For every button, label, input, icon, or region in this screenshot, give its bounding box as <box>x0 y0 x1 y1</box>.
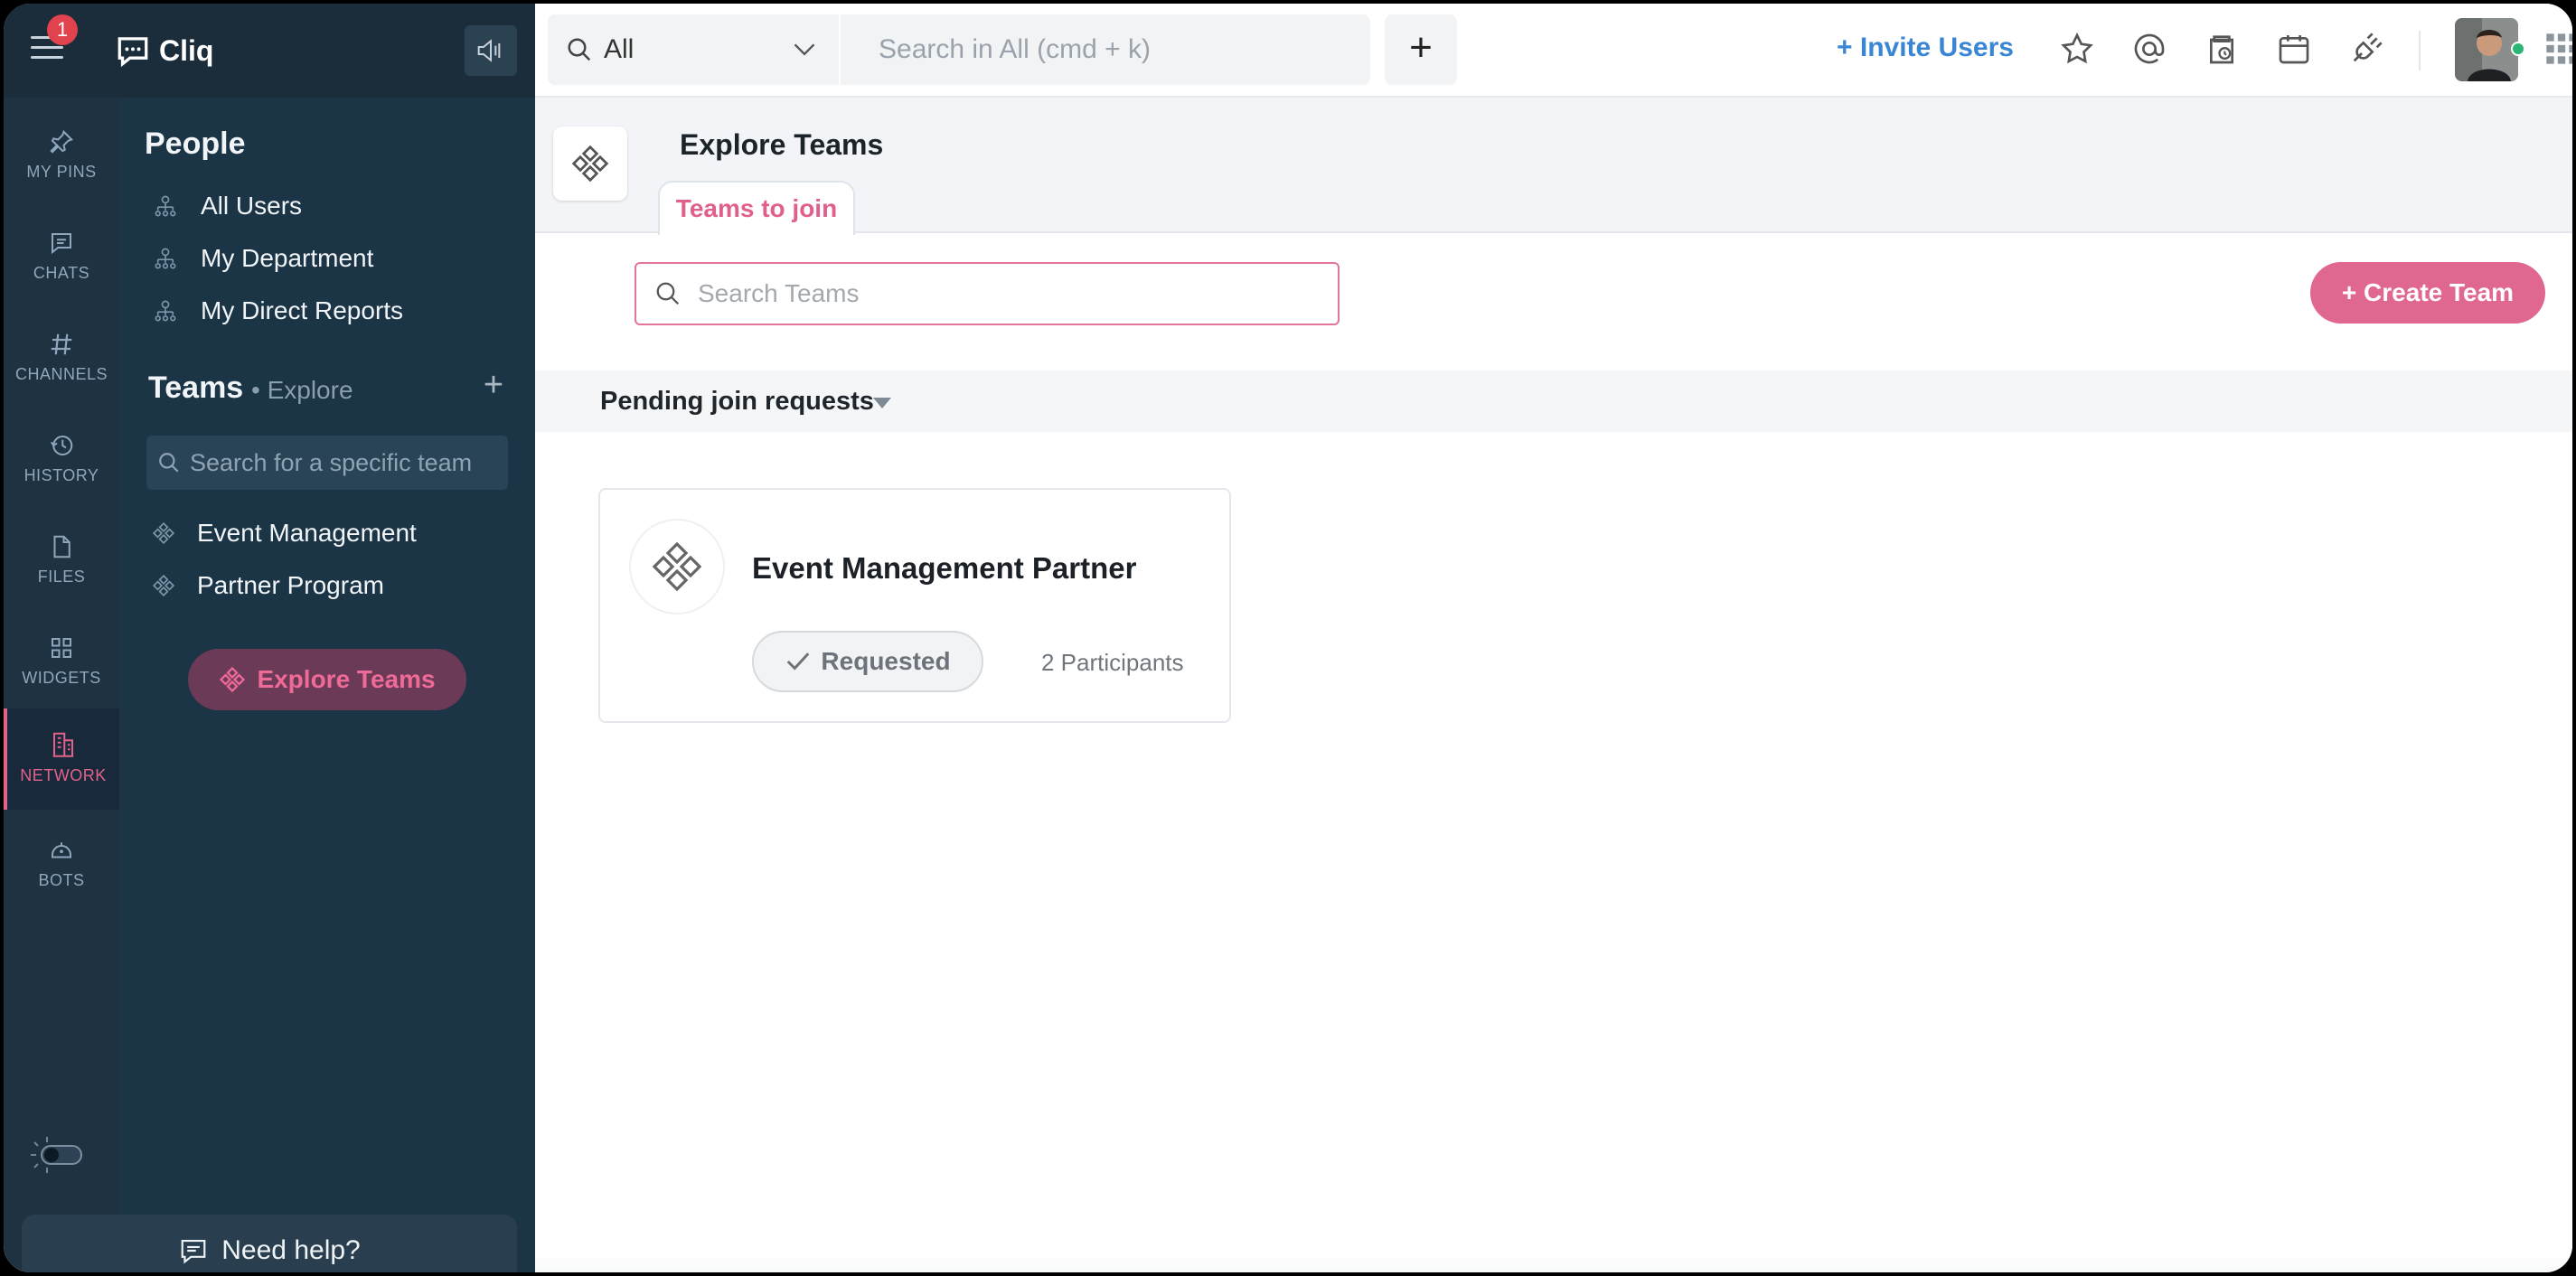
avatar[interactable] <box>2455 18 2518 81</box>
people-heading: People <box>145 127 246 161</box>
page-title: Explore Teams <box>680 128 884 161</box>
requested-label: Requested <box>821 647 951 675</box>
bot-icon <box>52 842 71 858</box>
sidebar-item-my-department[interactable]: My Department <box>152 240 373 277</box>
notification-badge: 1 <box>47 14 78 45</box>
search-scope-select[interactable]: All <box>548 14 839 85</box>
team-icon <box>220 666 246 693</box>
rail-item-widgets[interactable]: WIDGETS <box>4 615 119 716</box>
org-icon <box>155 248 176 269</box>
sidebar-item-team-event-management[interactable]: Event Management <box>152 515 417 551</box>
calendar-icon[interactable] <box>2276 31 2312 67</box>
sidebar: Cliq People All Users My Department My D… <box>22 4 535 1272</box>
help-chat-icon <box>181 1240 206 1264</box>
app-window: 1 MY PINS CHATS CHANNELS HISTORY FILES W… <box>0 0 2576 1276</box>
rail-label: WIDGETS <box>22 669 101 687</box>
team-icon <box>152 521 175 545</box>
tab-teams-to-join[interactable]: Teams to join <box>658 181 855 235</box>
pending-requests-label: Pending join requests <box>600 387 874 416</box>
check-icon <box>787 652 810 671</box>
search-icon <box>568 38 591 61</box>
presence-status-dot <box>2511 42 2525 56</box>
team-search-input[interactable]: Search for a specific team <box>146 436 508 490</box>
teams-heading: Teams <box>148 371 244 405</box>
requested-button[interactable]: Requested <box>752 631 983 692</box>
team-card-title: Event Management Partner <box>752 551 1137 585</box>
file-icon <box>53 535 71 558</box>
widgets-icon <box>52 638 71 658</box>
org-icon <box>155 195 176 217</box>
rail-item-channels[interactable]: CHANNELS <box>4 311 119 412</box>
need-help-label: Need help? <box>221 1235 361 1265</box>
rail-label: HISTORY <box>24 466 99 484</box>
add-team-button[interactable]: + <box>477 368 510 402</box>
explore-teams-button[interactable]: Explore Teams <box>188 649 466 710</box>
pending-requests-section-header[interactable]: Pending join requests <box>535 371 2572 432</box>
sidebar-item-all-users[interactable]: All Users <box>152 188 302 224</box>
star-icon[interactable] <box>2059 31 2095 67</box>
search-icon <box>656 282 680 305</box>
rail-item-network[interactable]: NETWORK <box>4 708 119 810</box>
search-teams-input[interactable]: Search Teams <box>635 262 1340 325</box>
search-scope-value: All <box>604 34 635 64</box>
apps-grid-icon[interactable] <box>2543 31 2576 67</box>
theme-toggle[interactable] <box>29 1135 85 1175</box>
team-card-logo <box>629 519 725 615</box>
rail-item-files[interactable]: FILES <box>4 513 119 615</box>
reminder-icon[interactable] <box>2204 31 2240 67</box>
rail-item-bots[interactable]: BOTS <box>4 817 119 918</box>
invite-users-link[interactable]: + Invite Users <box>1837 33 2014 63</box>
rail-label: BOTS <box>38 871 85 889</box>
rail-item-history[interactable]: HISTORY <box>4 412 119 513</box>
create-team-button[interactable]: + Create Team <box>2310 262 2545 324</box>
speaker-mute-icon <box>477 39 501 62</box>
team-icon <box>652 541 702 592</box>
sidebar-item-label: My Department <box>201 244 374 272</box>
integrations-icon[interactable] <box>2348 31 2384 67</box>
sidebar-item-my-direct-reports[interactable]: My Direct Reports <box>152 293 403 329</box>
team-icon <box>152 574 175 597</box>
history-icon <box>50 436 73 455</box>
rail-item-my-pins[interactable]: MY PINS <box>4 108 119 210</box>
need-help-button[interactable]: Need help? <box>22 1215 517 1272</box>
chevron-down-icon <box>794 43 815 56</box>
team-search-placeholder: Search for a specific team <box>190 448 473 476</box>
user-photo <box>2455 18 2518 81</box>
toolbar-divider <box>2419 31 2421 70</box>
search-teams-placeholder: Search Teams <box>698 279 860 307</box>
teams-explore-link[interactable]: • Explore <box>251 376 353 405</box>
left-rail: 1 MY PINS CHATS CHANNELS HISTORY FILES W… <box>4 4 119 1272</box>
mention-icon[interactable] <box>2131 31 2167 67</box>
page-header: Explore Teams Teams to join <box>535 98 2572 235</box>
sidebar-item-label: Partner Program <box>197 571 384 599</box>
participants-count: 2 Participants <box>1041 649 1184 676</box>
rail-label: FILES <box>37 568 86 586</box>
team-logo <box>553 127 627 201</box>
search-icon <box>159 453 179 473</box>
sidebar-item-label: My Direct Reports <box>201 296 404 324</box>
rail-label: MY PINS <box>26 163 97 181</box>
hash-icon <box>51 333 72 355</box>
global-search-input[interactable]: Search in All (cmd + k) <box>841 14 1370 85</box>
chat-icon <box>52 233 71 255</box>
rail-label: CHANNELS <box>14 365 108 383</box>
sidebar-item-label: Event Management <box>197 519 417 547</box>
sidebar-item-team-partner-program[interactable]: Partner Program <box>152 568 384 604</box>
team-card[interactable]: Event Management Partner Requested 2 Par… <box>598 488 1231 723</box>
rail-item-chats[interactable]: CHATS <box>4 210 119 311</box>
footer-gradient <box>535 1253 2572 1272</box>
rail-label: CHATS <box>33 264 90 282</box>
network-icon <box>52 732 74 757</box>
top-bar: All Search in All (cmd + k) + + Invite U… <box>535 4 2576 98</box>
new-item-button[interactable]: + <box>1385 14 1457 85</box>
caret-down-icon <box>873 398 891 408</box>
main-content: Explore Teams Teams to join Search Teams… <box>535 98 2572 1272</box>
explore-teams-label: Explore Teams <box>257 665 436 693</box>
rail-label: NETWORK <box>20 766 107 784</box>
org-icon <box>155 300 176 322</box>
sidebar-item-label: All Users <box>201 192 303 220</box>
team-icon <box>571 145 609 183</box>
pin-icon <box>50 129 74 154</box>
mute-notifications-button[interactable] <box>465 25 517 76</box>
